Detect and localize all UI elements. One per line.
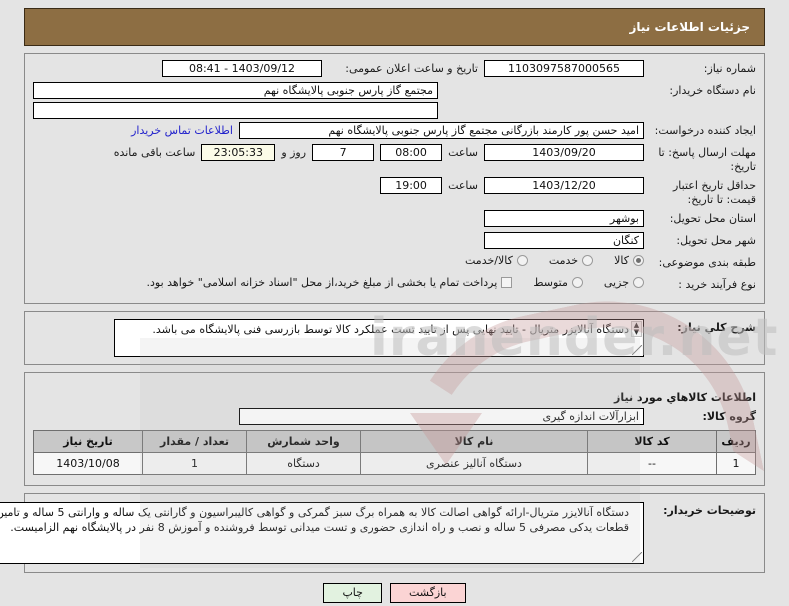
radio-icon-kala[interactable] [633, 255, 644, 266]
creator-row: ایجاد کننده درخواست: امید حسن پور کارمند… [33, 122, 756, 141]
buyer-org-field[interactable]: مجتمع گاز پارس جنوبی پالایشگاه نهم [33, 82, 438, 99]
process-option-jozei-label: جزیی [603, 276, 629, 289]
radio-icon-motevaset[interactable] [571, 277, 583, 288]
category-option-kala-khedmat-label: کالا/خدمت [465, 254, 513, 267]
price-validity-hour-label: ساعت [448, 179, 478, 192]
treasury-checkbox-option[interactable]: پرداخت تمام یا بخشی از مبلغ خرید،از محل … [147, 276, 513, 289]
cell-date: 1403/10/08 [33, 452, 143, 475]
goods-table-header-row: ردیف کد کالا نام کالا واحد شمارش تعداد /… [33, 430, 756, 453]
footer-actions: بازگشت چاپ [0, 583, 789, 603]
description-textarea[interactable]: دستگاه آنالایزر متریال - تایید نهایی پس … [114, 319, 644, 357]
time-remaining-field[interactable]: 23:05:33 [201, 144, 276, 161]
city-field[interactable]: کنگان [484, 232, 644, 249]
price-validity-label: حداقل تاریخ اعتبار قیمت: تا تاریخ: [672, 179, 756, 206]
process-type-label: نوع فرآیند خرید : [678, 278, 756, 291]
print-button[interactable]: چاپ [323, 583, 382, 603]
process-option-motevaset-label: متوسط [533, 276, 568, 289]
days-remaining-unit-label: روز و [281, 146, 307, 159]
description-row: شرح کلي نياز: دستگاه آنالایزر متریال - ت… [33, 319, 756, 357]
category-option-kala[interactable]: کالا [614, 254, 644, 267]
radio-icon-jozei[interactable] [633, 277, 644, 288]
buyer-notes-label: توضیحات خریدار: [663, 504, 756, 517]
table-row: 1 -- دستگاه آنالیز عنصری دستگاه 1 1403/1… [33, 452, 756, 475]
buyer-org-secondary-field[interactable] [33, 102, 438, 119]
buyer-org-label: نام دستگاه خریدار: [669, 84, 756, 97]
category-option-kala-label: کالا [614, 254, 629, 267]
need-number-row: شماره نیاز: 1103097587000565 تاریخ و ساع… [33, 60, 756, 79]
process-type-row: نوع فرآیند خرید : جزیی متوسط پرداخت تمام… [33, 276, 756, 295]
resize-grip-description[interactable] [632, 345, 642, 355]
goods-section-title: اطلاعات کالاهاي مورد نياز [614, 391, 756, 404]
cell-radif: 1 [716, 452, 756, 475]
days-remaining-field[interactable]: 7 [312, 144, 375, 161]
spinner-icon-description[interactable]: ▲ ▼ [631, 321, 642, 337]
buyer-notes-panel: توضیحات خریدار: دستگاه آنالایزر متریال-ا… [0, 493, 765, 573]
province-field[interactable]: بوشهر [484, 210, 644, 227]
page-title: جزئیات اطلاعات نیاز [629, 20, 750, 34]
column-header-unit: واحد شمارش [246, 430, 361, 453]
goods-group-field[interactable]: ابزارآلات اندازه گیری [239, 408, 644, 425]
city-label: شهر محل تحویل: [676, 234, 756, 247]
response-deadline-hour-label: ساعت [448, 146, 478, 159]
response-deadline-row: مهلت ارسال پاسخ: تا تاریخ: 1403/09/20 سا… [33, 144, 756, 174]
column-header-qty: تعداد / مقدار [142, 430, 247, 453]
response-deadline-date-field[interactable]: 1403/09/20 [484, 144, 644, 161]
price-validity-row: حداقل تاریخ اعتبار قیمت: تا تاریخ: 1403/… [33, 177, 756, 207]
column-header-radif: ردیف [716, 430, 756, 453]
need-info-panel: شماره نیاز: 1103097587000565 تاریخ و ساع… [24, 53, 765, 304]
resize-grip-notes[interactable] [632, 552, 642, 562]
column-header-code: کد کالا [587, 430, 717, 453]
cell-qty: 1 [142, 452, 247, 475]
goods-table: ردیف کد کالا نام کالا واحد شمارش تعداد /… [33, 430, 756, 475]
goods-group-row: گروه کالا: ابزارآلات اندازه گیری [33, 408, 756, 427]
description-panel: شرح کلي نياز: دستگاه آنالایزر متریال - ت… [24, 311, 765, 365]
time-remaining-unit-label: ساعت باقی مانده [113, 146, 196, 159]
province-row: استان محل تحویل: بوشهر [33, 210, 756, 229]
cell-name: دستگاه آنالیز عنصری [360, 452, 588, 475]
need-number-label: شماره نیاز: [703, 62, 756, 75]
city-row: شهر محل تحویل: کنگان [33, 232, 756, 251]
price-validity-hour-field[interactable]: 19:00 [380, 177, 443, 194]
category-option-kala-khedmat[interactable]: کالا/خدمت [465, 254, 528, 267]
cell-unit: دستگاه [246, 452, 361, 475]
creator-label: ایجاد کننده درخواست: [654, 124, 756, 137]
buyer-contact-link[interactable]: اطلاعات تماس خریدار [131, 124, 233, 137]
checkbox-icon-treasury[interactable] [501, 277, 513, 288]
category-option-khedmat[interactable]: خدمت [548, 254, 594, 267]
buyer-org-row: نام دستگاه خریدار: مجتمع گاز پارس جنوبی … [33, 82, 756, 119]
page-header: جزئیات اطلاعات نیاز [24, 8, 765, 46]
creator-field[interactable]: امید حسن پور کارمند بازرگانی مجتمع گاز پ… [239, 122, 644, 139]
radio-icon-kala-khedmat[interactable] [516, 255, 528, 266]
response-deadline-hour-field[interactable]: 08:00 [380, 144, 443, 161]
category-option-khedmat-label: خدمت [548, 254, 579, 267]
price-validity-date-field[interactable]: 1403/12/20 [484, 177, 644, 194]
column-header-name: نام کالا [360, 430, 588, 453]
process-option-jozei[interactable]: جزیی [604, 276, 644, 289]
province-label: استان محل تحویل: [669, 212, 756, 225]
process-option-motevaset[interactable]: متوسط [533, 276, 583, 289]
treasury-checkbox-label: پرداخت تمام یا بخشی از مبلغ خرید،از محل … [146, 276, 498, 289]
announce-datetime-field[interactable]: 08:41 - 1403/09/12 [162, 60, 322, 77]
process-radio-group: جزیی متوسط پرداخت تمام یا بخشی از مبلغ خ… [147, 276, 644, 289]
buyer-notes-textarea[interactable]: دستگاه آنالایزر متریال-ارائه گواهی اصالت… [0, 502, 644, 564]
category-label: طبقه بندی موضوعی: [658, 256, 756, 269]
radio-icon-khedmat[interactable] [582, 255, 594, 266]
announce-datetime-label: تاریخ و ساعت اعلان عمومی: [345, 61, 478, 75]
back-button[interactable]: بازگشت [389, 583, 466, 603]
category-radio-group: کالا خدمت کالا/خدمت [449, 254, 644, 267]
buyer-notes-row: توضیحات خریدار: دستگاه آنالایزر متریال-ا… [0, 502, 756, 564]
goods-panel: اطلاعات کالاهاي مورد نياز گروه کالا: ابز… [24, 372, 765, 486]
goods-group-label: گروه کالا: [702, 410, 756, 423]
column-header-date: تاریخ نیاز [33, 430, 143, 453]
response-deadline-label: مهلت ارسال پاسخ: تا تاریخ: [658, 146, 756, 173]
category-row: طبقه بندی موضوعی: کالا خدمت کالا/خدمت [33, 254, 756, 273]
need-number-field[interactable]: 1103097587000565 [484, 60, 644, 77]
description-label: شرح کلي نياز: [677, 321, 756, 334]
cell-code: -- [587, 452, 717, 475]
